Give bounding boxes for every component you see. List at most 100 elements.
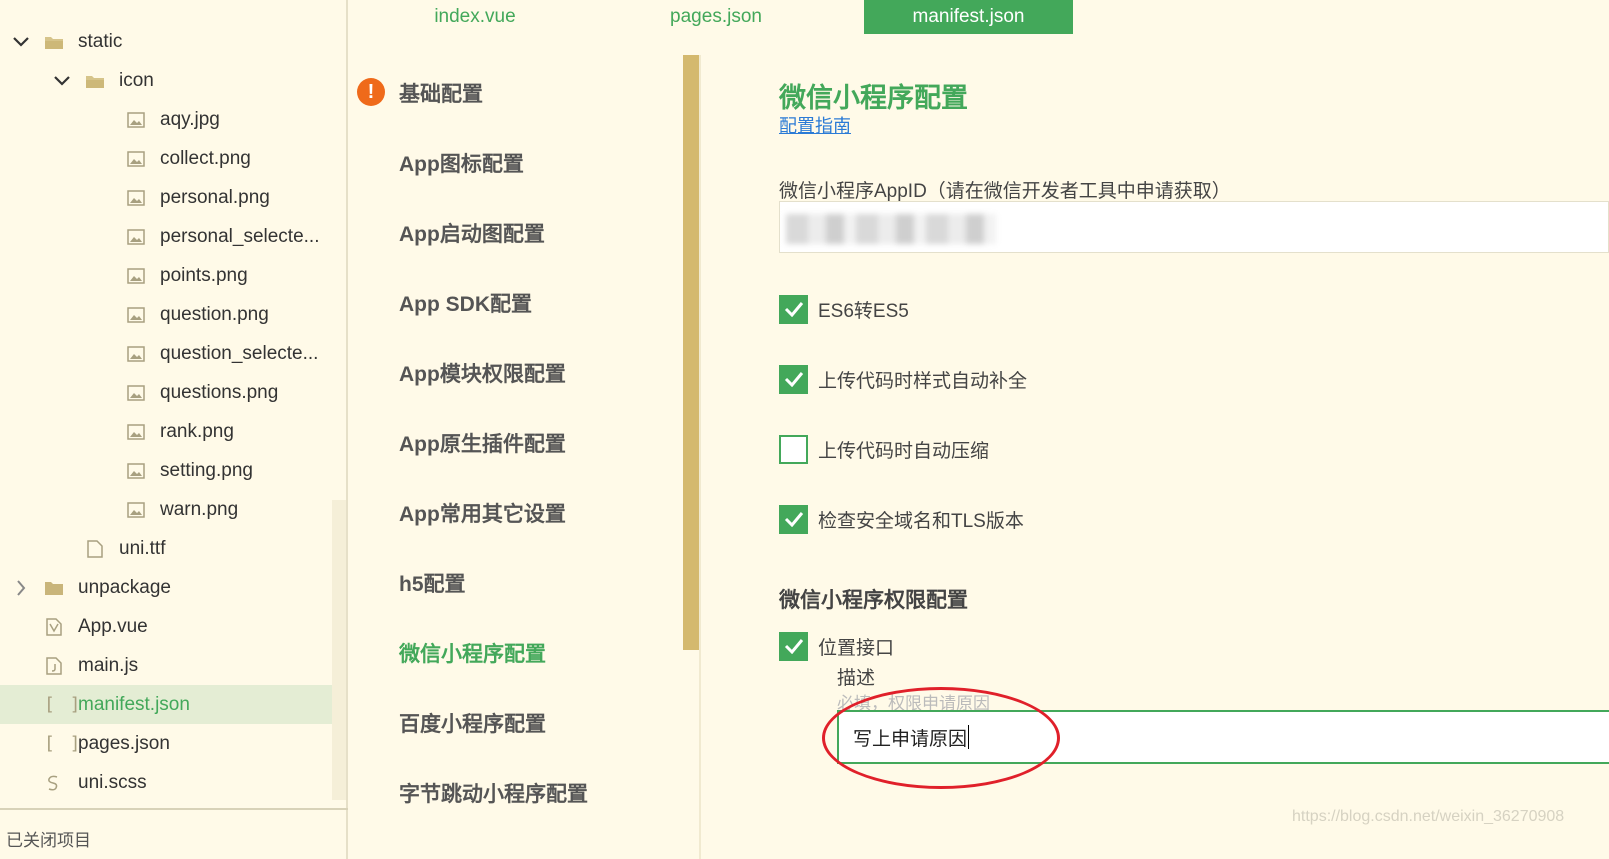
nav-item[interactable]: 字节跳动小程序配置 [399, 778, 588, 808]
nav-item[interactable]: App SDK配置 [399, 288, 532, 318]
tree-item[interactable]: warn.png [0, 490, 332, 529]
nav-item[interactable]: 微信小程序配置 [399, 638, 546, 668]
scss-file-icon [44, 773, 64, 793]
tree-item[interactable]: [ ] pages.json [0, 724, 332, 763]
tree-item[interactable]: question_selecte... [0, 334, 332, 373]
file-tree: static icon aqy.jpg collect.png personal.png… [0, 0, 348, 859]
nav-item[interactable]: App模块权限配置 [399, 358, 566, 388]
closed-projects-label[interactable]: 已关闭项目 [0, 808, 348, 859]
tree-item[interactable]: unpackage [0, 568, 332, 607]
tree-item[interactable]: rank.png [0, 412, 332, 451]
tree-item[interactable]: uni.ttf [0, 529, 332, 568]
check-icon [784, 372, 803, 387]
folder-icon [44, 578, 64, 598]
option-label: 上传代码时样式自动补全 [818, 370, 1028, 392]
option-checkbox[interactable] [779, 364, 808, 394]
tree-item[interactable]: main.js [0, 646, 332, 685]
tree-item-label: pages.json [78, 732, 170, 754]
nav-item[interactable]: h5配置 [399, 568, 466, 598]
tree-item[interactable]: icon [0, 61, 332, 100]
json-file-icon: [ ] [44, 694, 83, 715]
check-icon [784, 512, 803, 527]
nav-item[interactable]: App图标配置 [399, 148, 524, 178]
redacted-appid-value [786, 214, 996, 244]
image-file-icon [126, 422, 146, 442]
description-label: 描述 [837, 668, 876, 689]
reason-input[interactable]: 写上申请原因 [837, 710, 1609, 764]
tree-item-label: setting.png [160, 459, 253, 481]
tree-item-label: icon [119, 69, 154, 91]
tree-item-label: question.png [160, 303, 269, 325]
nav-item[interactable]: App启动图配置 [399, 218, 545, 248]
tree-item-label: unpackage [78, 576, 171, 598]
tree-item[interactable]: App.vue [0, 607, 332, 646]
tree-item[interactable]: personal.png [0, 178, 332, 217]
chevron-down-icon[interactable] [51, 70, 73, 92]
tree-item[interactable]: personal_selecte... [0, 217, 332, 256]
nav-item[interactable]: 百度小程序配置 [399, 708, 546, 738]
location-permission-row[interactable]: 位置接口 [779, 631, 894, 661]
image-file-icon [126, 149, 146, 169]
tree-item-label: rank.png [160, 420, 234, 442]
tree-item[interactable]: [ ] manifest.json [0, 685, 332, 724]
nav-scrollbar[interactable] [683, 55, 699, 650]
text-caret [968, 725, 970, 749]
config-nav: 基础配置 App图标配置 App启动图配置 App SDK配置 App模块权限配置 App… [350, 0, 680, 819]
option-row[interactable]: ES6转ES5 [779, 294, 909, 324]
tree-item[interactable]: collect.png [0, 139, 332, 178]
tree-item[interactable]: setting.png [0, 451, 332, 490]
tab-manifest-json[interactable]: manifest.json [864, 0, 1073, 34]
page-title: 微信小程序配置 [779, 83, 968, 113]
option-label: 上传代码时自动压缩 [818, 440, 990, 462]
option-checkbox[interactable] [779, 294, 808, 324]
option-label: ES6转ES5 [818, 300, 909, 322]
tree-item-label: aqy.jpg [160, 108, 220, 130]
tree-item-label: uni.scss [78, 771, 147, 793]
tree-item-label: question_selecte... [160, 342, 319, 364]
tree-item-label: static [78, 30, 123, 52]
divider [699, 55, 701, 859]
location-checkbox[interactable] [779, 631, 808, 661]
nav-item[interactable]: 基础配置 [399, 78, 483, 108]
tree-item[interactable]: question.png [0, 295, 332, 334]
image-file-icon [126, 500, 146, 520]
tree-scrollbar[interactable] [332, 500, 346, 800]
tree-item[interactable]: points.png [0, 256, 332, 295]
tree-item[interactable]: static [0, 22, 332, 61]
tree-item-label: personal_selecte... [160, 225, 320, 247]
nav-item[interactable]: App原生插件配置 [399, 428, 566, 458]
location-label: 位置接口 [818, 637, 895, 659]
appid-label: 微信小程序AppID（请在微信开发者工具中申请获取） [779, 181, 1231, 202]
appid-input[interactable] [779, 201, 1609, 253]
option-label: 检查安全域名和TLS版本 [818, 510, 1024, 532]
config-guide-link[interactable]: 配置指南 [779, 112, 851, 138]
option-row[interactable]: 上传代码时样式自动补全 [779, 364, 1027, 394]
image-file-icon [126, 188, 146, 208]
file-icon [85, 539, 105, 559]
permission-section-title: 微信小程序权限配置 [779, 589, 968, 612]
nav-item[interactable]: App常用其它设置 [399, 498, 566, 528]
json-file-icon: [ ] [44, 733, 83, 754]
option-row[interactable]: 检查安全域名和TLS版本 [779, 504, 1024, 534]
chevron-down-icon[interactable] [10, 31, 32, 53]
option-checkbox[interactable] [779, 434, 808, 464]
watermark: https://blog.csdn.net/weixin_36270908 [1292, 808, 1565, 825]
tree-item[interactable]: uni.scss [0, 763, 332, 802]
image-file-icon [126, 227, 146, 247]
tree-item[interactable]: aqy.jpg [0, 100, 332, 139]
option-row[interactable]: 上传代码时自动压缩 [779, 434, 989, 464]
chevron-right-icon[interactable] [10, 577, 32, 599]
option-checkbox[interactable] [779, 504, 808, 534]
tree-item[interactable]: questions.png [0, 373, 332, 412]
